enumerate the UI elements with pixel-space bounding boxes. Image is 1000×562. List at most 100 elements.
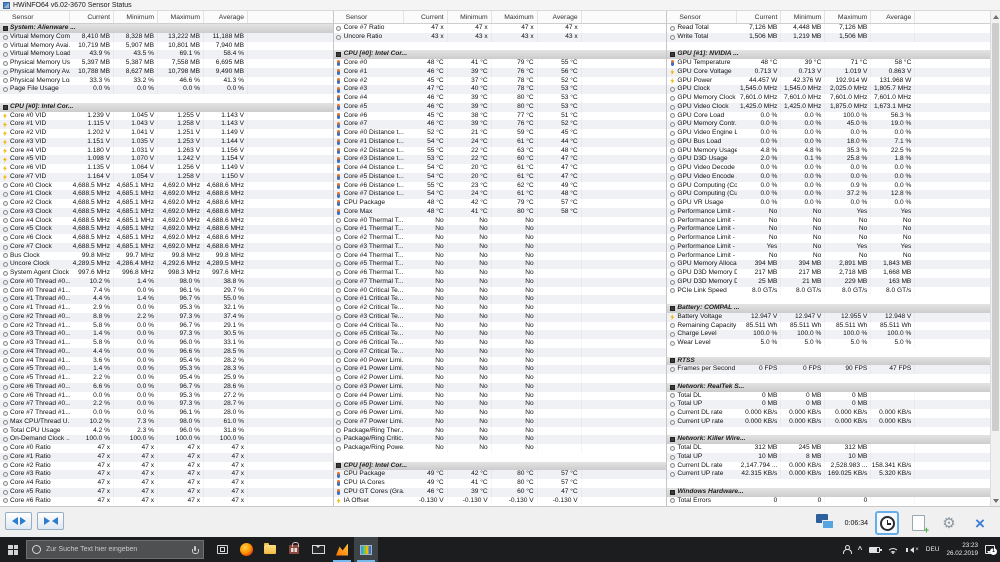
sensor-row[interactable]: Uncore Clock4,289.5 MHz4,286.4 MHz4,292.… <box>0 260 333 269</box>
sensor-row[interactable]: PCIe Link Speed8.0 GT/s8.0 GT/s8.0 GT/s8… <box>667 287 1000 296</box>
sensor-row[interactable]: Performance Limit - ...NoNoYesYes <box>667 208 1000 217</box>
section-header-row[interactable]: Windows Hardware... <box>667 488 1000 497</box>
sensor-row[interactable]: GPU Core Voltage0.713 V0.713 V1.019 V0.8… <box>667 68 1000 77</box>
column-header-average[interactable]: Average <box>871 11 915 23</box>
sensor-row[interactable]: Core #0 Thread #0...10.2 %1.4 %98.0 %38.… <box>0 278 333 287</box>
sensor-row[interactable]: Core #7 Critical Te...NoNoNo <box>334 348 667 357</box>
sensor-row[interactable]: GPU VR Usage0.0 %0.0 %0.0 %0.0 % <box>667 199 1000 208</box>
column-header-sensor[interactable]: Sensor <box>0 11 70 23</box>
sensor-row[interactable]: Core Max48 °C41 °C80 °C58 °C <box>334 208 667 217</box>
sensor-row[interactable]: Core #7 Thread #0...2.2 %0.0 %97.3 %28.7… <box>0 400 333 409</box>
sensor-row[interactable]: System Agent Clock997.6 MHz996.8 MHz998.… <box>0 269 333 278</box>
sensor-row[interactable]: Battery Voltage12.947 V12.947 V12.955 V1… <box>667 313 1000 322</box>
sensor-row[interactable]: Core #5 Distance t...54 °C20 °C61 °C47 °… <box>334 173 667 182</box>
taskbar-icon-mail[interactable] <box>306 537 330 562</box>
sensor-row[interactable]: Core #1 VID1.115 V1.043 V1.258 V1.143 V <box>0 120 333 129</box>
sensor-row[interactable]: GPU D3D Memory D...217 MB217 MB2,718 MB1… <box>667 269 1000 278</box>
section-header-row[interactable]: Battery: COMPAL ... <box>667 304 1000 313</box>
language-indicator[interactable]: DEU <box>926 546 940 553</box>
sensor-row[interactable]: Core #4 Clock4,688.5 MHz4,685.1 MHz4,692… <box>0 217 333 226</box>
title-bar[interactable]: HWiNFO64 v6.02-3670 Sensor Status <box>0 0 1000 11</box>
taskbar-icon-hwinfo-sensors[interactable] <box>354 537 378 562</box>
sensor-row[interactable]: Core #2 Thread #0...8.8 %2.2 %97.3 %37.4… <box>0 313 333 322</box>
sensor-row[interactable]: Core #1 Thread #0...4.4 %1.4 %96.7 %55.0… <box>0 295 333 304</box>
sensor-row[interactable]: Core #2 Clock4,688.5 MHz4,685.1 MHz4,692… <box>0 199 333 208</box>
tray-clock[interactable]: 23:23 26.02.2019 <box>946 542 978 557</box>
sensor-row[interactable]: Core #1 Clock4,688.5 MHz4,685.1 MHz4,692… <box>0 190 333 199</box>
sensor-row[interactable]: Total DL312 MB245 MB312 MB <box>667 444 1000 453</box>
section-header-row[interactable]: GPU [#1]: NVIDIA ... <box>667 50 1000 59</box>
sensor-row[interactable]: Remaining Capacity85.511 Wh85.511 Wh85.5… <box>667 322 1000 331</box>
sensor-row[interactable]: Core #4 Critical Te...NoNoNo <box>334 322 667 331</box>
settings-button[interactable]: ⚙ <box>937 511 961 535</box>
sensor-row[interactable]: GPU Computing (Cu...0.0 %0.0 %37.2 %12.8… <box>667 190 1000 199</box>
sensor-row[interactable]: Core #5 Thread #0...1.4 %0.0 %95.3 %28.3… <box>0 365 333 374</box>
sensor-row[interactable]: Core #2 Power Limi...NoNoNo <box>334 374 667 383</box>
sensor-row[interactable]: Core #3 VID1.151 V1.035 V1.253 V1.144 V <box>0 138 333 147</box>
sensor-row[interactable]: Core #6 Thread #1...0.0 %0.0 %95.3 %27.2… <box>0 392 333 401</box>
section-header-row[interactable]: RTSS <box>667 357 1000 366</box>
column-header-maximum[interactable]: Maximum <box>158 11 204 23</box>
sensor-row[interactable]: GPU Video Engine L...0.0 %0.0 %0.0 %0.0 … <box>667 129 1000 138</box>
battery-icon[interactable] <box>869 547 880 553</box>
sensor-row[interactable]: GPU Clock1,545.0 MHz1,545.0 MHz2,025.0 M… <box>667 85 1000 94</box>
section-header-row[interactable]: Network: RealTek S... <box>667 383 1000 392</box>
sensor-row[interactable]: Core #7 Ratio47 x47 x47 x47 x <box>334 24 667 33</box>
column-header-current[interactable]: Current <box>737 11 781 23</box>
sensor-row[interactable]: Core #146 °C39 °C76 °C56 °C <box>334 68 667 77</box>
volume-muted-icon[interactable]: × <box>906 547 919 553</box>
sensor-row[interactable]: Virtual Memory Com...8,410 MB8,328 MB13,… <box>0 33 333 42</box>
sensor-row[interactable]: IA Offset-0.130 V-0.130 V-0.130 V-0.130 … <box>334 497 667 506</box>
sensor-row[interactable]: CPU Package48 °C42 °C79 °C57 °C <box>334 199 667 208</box>
sensor-row[interactable]: GPU Video Encode ...0.0 %0.0 %0.0 %0.0 % <box>667 173 1000 182</box>
sensor-row[interactable]: CPU Package49 °C42 °C80 °C57 °C <box>334 470 667 479</box>
sensor-row[interactable]: Physical Memory Used5,397 MB5,387 MB7,55… <box>0 59 333 68</box>
sensor-row[interactable]: Core #0 Thermal T...NoNoNo <box>334 217 667 226</box>
sensor-row[interactable]: CPU GT Cores (Gra...46 °C39 °C60 °C47 °C <box>334 488 667 497</box>
sensor-row[interactable]: Core #4 VID1.180 V1.031 V1.263 V1.156 V <box>0 147 333 156</box>
sensor-row[interactable]: Core #5 VID1.098 V1.070 V1.242 V1.154 V <box>0 155 333 164</box>
section-header-row[interactable]: CPU [#0]: Intel Cor... <box>334 50 667 59</box>
sensor-row[interactable]: Bus Clock99.8 MHz99.7 MHz99.8 MHz99.8 MH… <box>0 252 333 261</box>
sensor-row[interactable]: Core #1 Thread #1...2.9 %0.0 %95.3 %32.1… <box>0 304 333 313</box>
sensor-row[interactable]: Core #0 Clock4,688.5 MHz4,685.1 MHz4,692… <box>0 182 333 191</box>
section-header-row[interactable]: CPU [#0]: Intel Cor... <box>0 103 333 112</box>
sensor-row[interactable]: Core #7 Clock4,688.5 MHz4,685.1 MHz4,692… <box>0 243 333 252</box>
sensor-row[interactable]: GPU Memory Alloca...394 MB394 MB2,891 MB… <box>667 260 1000 269</box>
sensor-row[interactable]: Core #446 °C39 °C80 °C53 °C <box>334 94 667 103</box>
sensor-row[interactable]: Core #2 Distance t...55 °C22 °C63 °C48 °… <box>334 147 667 156</box>
sensor-row[interactable]: Core #6 Thread #0...6.6 %0.0 %96.7 %28.6… <box>0 383 333 392</box>
scrollbar[interactable] <box>990 11 1000 506</box>
sensor-row[interactable]: Performance Limit - ...NoNoNoNo <box>667 234 1000 243</box>
sensor-row[interactable]: Core #0 Power Limi...NoNoNo <box>334 357 667 366</box>
sensor-row[interactable]: Performance Limit - ...NoNoNoNo <box>667 217 1000 226</box>
column-header-maximum[interactable]: Maximum <box>825 11 871 23</box>
sensor-row[interactable]: Core #5 Power Limi...NoNoNo <box>334 400 667 409</box>
column-header-maximum[interactable]: Maximum <box>492 11 538 23</box>
sensor-row[interactable]: On-Demand Clock ...100.0 %100.0 %100.0 %… <box>0 435 333 444</box>
microphone-icon[interactable] <box>192 546 197 554</box>
sensor-row[interactable]: Core #7 Thermal T...NoNoNo <box>334 278 667 287</box>
section-header-row[interactable]: System: Alienware ... <box>0 24 333 33</box>
columns-back-button[interactable] <box>5 512 32 530</box>
clock-button[interactable] <box>875 511 899 535</box>
scroll-down-arrow[interactable] <box>991 495 1000 506</box>
sensor-row[interactable]: GPU Video Clock1,425.0 MHz1,425.0 MHz1,8… <box>667 103 1000 112</box>
sensor-row[interactable]: Current DL rate2,147.794 ...0.000 KB/s2,… <box>667 462 1000 471</box>
sensor-row[interactable]: Core #2 VID1.202 V1.041 V1.251 V1.149 V <box>0 129 333 138</box>
taskbar-search[interactable]: Zur Suche Text hier eingeben <box>26 540 204 559</box>
wifi-icon[interactable] <box>887 545 899 554</box>
sensor-row[interactable]: GPU D3D Memory D...25 MB21 MB229 MB163 M… <box>667 278 1000 287</box>
column-header-sensor[interactable]: Sensor <box>667 11 737 23</box>
sensor-row[interactable]: Core #6 Power Limi...NoNoNo <box>334 409 667 418</box>
start-button[interactable] <box>0 537 26 562</box>
sensor-row[interactable]: Core #3 Thread #1...5.8 %0.0 %96.0 %33.1… <box>0 339 333 348</box>
section-header-row[interactable]: CPU [#0]: Intel Cor... <box>334 462 667 471</box>
sensor-row[interactable]: Core #5 Critical Te...NoNoNo <box>334 330 667 339</box>
sensor-row[interactable]: Package/Ring Critic...NoNoNo <box>334 435 667 444</box>
sensor-row[interactable]: Core #2 Ratio47 x47 x47 x47 x <box>0 462 333 471</box>
sensor-row[interactable]: GPU Memory Contr...0.0 %0.0 %45.0 %19.0 … <box>667 120 1000 129</box>
sensor-row[interactable]: Core #4 Thread #0...4.4 %0.0 %96.6 %28.5… <box>0 348 333 357</box>
sensor-row[interactable]: Core #245 °C37 °C78 °C52 °C <box>334 77 667 86</box>
sensor-row[interactable]: Page File Usage0.0 %0.0 %0.0 %0.0 % <box>0 85 333 94</box>
